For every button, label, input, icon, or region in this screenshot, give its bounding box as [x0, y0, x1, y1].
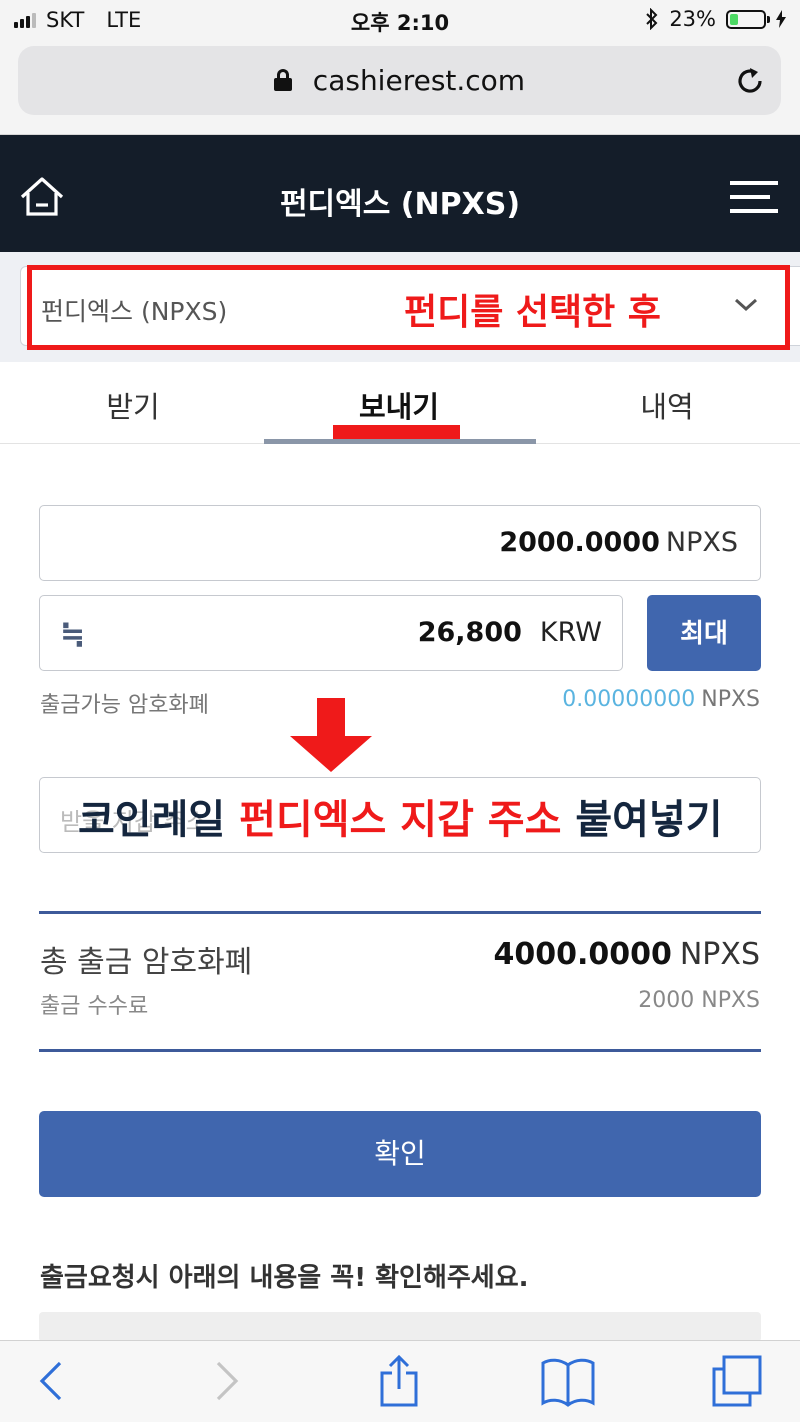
app-header: 펀디엑스 (NPXS) [0, 135, 800, 252]
annotation-tab-underline [333, 425, 460, 439]
amount-value: 2000.0000 [499, 527, 660, 558]
fee-value: 2000 NPXS [638, 988, 760, 1013]
hamburger-menu-icon[interactable] [730, 180, 778, 214]
confirm-button[interactable]: 확인 [39, 1111, 761, 1197]
krw-unit: KRW [539, 617, 602, 648]
available-amount: 0.00000000 NPXS [562, 687, 760, 712]
available-label: 출금가능 암호화폐 [40, 693, 209, 718]
browser-toolbar [0, 1340, 800, 1422]
tab-receive[interactable]: 받기 [0, 384, 266, 426]
address-bar[interactable]: cashierest.com [18, 46, 781, 115]
page-title: 펀디엑스 (NPXS) [279, 187, 521, 222]
reload-icon[interactable] [733, 64, 767, 98]
total-unit: NPXS [679, 937, 760, 972]
available-value: 0.00000000 [562, 687, 696, 712]
status-right: 23% [645, 7, 786, 31]
battery-icon [726, 9, 770, 29]
status-bar: SKT LTE 오후 2:10 23% [0, 0, 800, 40]
amount-input[interactable]: 2000.0000 NPXS [39, 505, 761, 581]
tab-history[interactable]: 내역 [534, 384, 800, 426]
bookmarks-icon[interactable] [540, 1355, 596, 1407]
forward-icon[interactable] [212, 1355, 242, 1407]
notice-heading: 출금요청시 아래의 내용을 꼭! 확인해주세요. [40, 1263, 529, 1293]
browser-chrome: cashierest.com [0, 40, 800, 135]
red-down-arrow-icon [290, 698, 372, 772]
bluetooth-icon [646, 8, 658, 30]
notice-box [39, 1312, 761, 1342]
total-amount: 4000.0000 NPXS [493, 937, 760, 972]
krw-amount-input[interactable]: ≒ 26,800 KRW [39, 595, 623, 671]
krw-value: 26,800 [417, 617, 522, 648]
total-value: 4000.0000 [493, 937, 672, 972]
annotation-paste-note: 코인레일 펀디엑스 지갑 주소 붙여넣기 [78, 797, 723, 843]
total-label: 총 출금 암호화폐 [40, 945, 253, 980]
summary-bottom-rule [39, 1049, 761, 1052]
amount-unit: NPXS [665, 527, 738, 558]
summary-top-rule [39, 911, 761, 914]
url-text: cashierest.com [312, 64, 526, 97]
tab-send[interactable]: 보내기 [266, 384, 532, 426]
annotation-select-note: 펀디를 선택한 후 [404, 292, 661, 333]
battery-percent: 23% [669, 7, 716, 31]
back-icon[interactable] [36, 1355, 66, 1407]
approx-equal-icon: ≒ [60, 617, 86, 652]
charging-icon [776, 10, 786, 28]
share-icon[interactable] [378, 1355, 420, 1407]
max-button[interactable]: 최대 [647, 595, 761, 671]
tabs-icon[interactable] [710, 1355, 764, 1407]
lock-icon [273, 69, 292, 91]
available-unit: NPXS [701, 687, 760, 712]
fee-label: 출금 수수료 [40, 994, 149, 1019]
